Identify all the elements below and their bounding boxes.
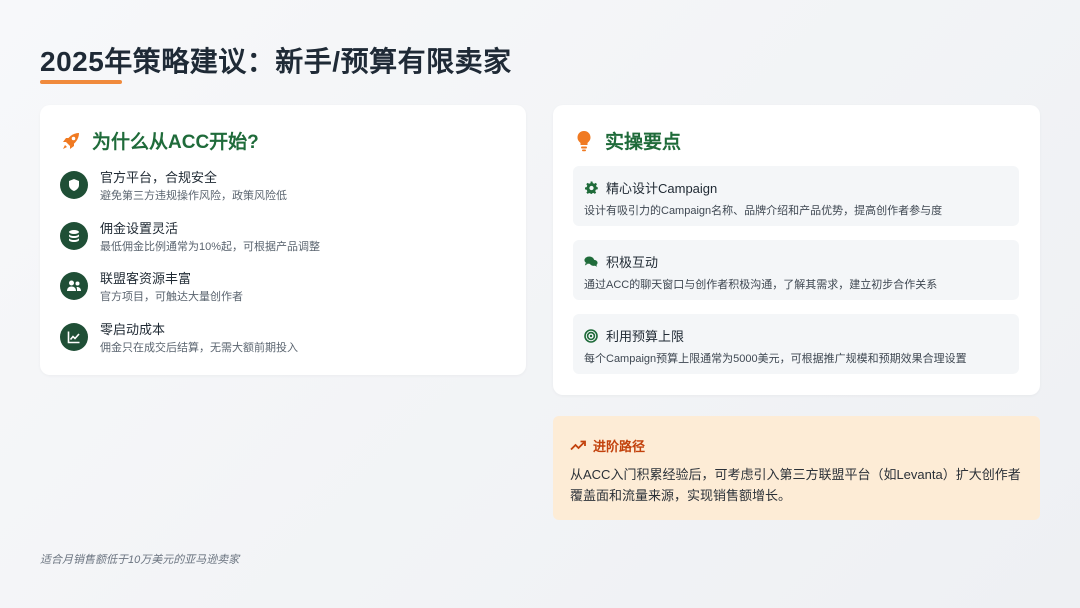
item-desc: 佣金只在成交后结算，无需大额前期投入 — [100, 342, 298, 354]
item-title: 联盟客资源丰富 — [100, 271, 192, 286]
tip-desc: 通过ACC的聊天窗口与创作者积极沟通，了解其需求，建立初步合作关系 — [584, 279, 938, 291]
trend-up-icon — [570, 440, 586, 452]
advanced-path-box: 进阶路径 从ACC入门积累经验后，可考虑引入第三方联盟平台（如Levanta）扩… — [553, 416, 1040, 520]
list-item: 官方平台，合规安全 避免第三方违规操作风险，政策风险低 — [60, 169, 287, 204]
advanced-path-text: 从ACC入门积累经验后，可考虑引入第三方联盟平台（如Levanta）扩大创作者覆… — [570, 467, 1021, 503]
lightbulb-icon — [573, 130, 595, 152]
target-icon — [584, 328, 598, 343]
item-desc: 官方项目，可触达大量创作者 — [100, 291, 243, 303]
tips-heading-text: 实操要点 — [605, 132, 682, 153]
tip-desc: 设计有吸引力的Campaign名称、品牌介绍和产品优势，提高创作者参与度 — [584, 205, 943, 217]
list-item: 利用预算上限 每个Campaign预算上限通常为5000美元，可根据推广规模和预… — [573, 314, 1019, 374]
item-title: 官方平台，合规安全 — [100, 170, 218, 185]
chat-icon — [584, 255, 598, 269]
list-item: 联盟客资源丰富 官方项目，可触达大量创作者 — [60, 270, 243, 305]
item-desc: 避免第三方违规操作风险，政策风险低 — [100, 190, 287, 202]
list-item: 积极互动 通过ACC的聊天窗口与创作者积极沟通，了解其需求，建立初步合作关系 — [573, 240, 1019, 300]
why-acc-card: 为什么从ACC开始? 官方平台，合规安全 避免第三方违规操作风险，政策风险低 佣… — [40, 105, 526, 375]
tips-card: 实操要点 精心设计Campaign 设计有吸引力的Campaign名称、品牌介绍… — [553, 105, 1040, 395]
tip-title: 利用预算上限 — [606, 329, 685, 344]
advanced-path-heading: 进阶路径 — [570, 436, 645, 455]
tips-heading: 实操要点 — [573, 127, 681, 154]
item-title: 佣金设置灵活 — [100, 221, 179, 236]
list-item: 精心设计Campaign 设计有吸引力的Campaign名称、品牌介绍和产品优势… — [573, 166, 1019, 226]
users-icon — [60, 272, 88, 300]
item-desc: 最低佣金比例通常为10%起，可根据产品调整 — [100, 241, 321, 253]
item-title: 零启动成本 — [100, 322, 166, 337]
chart-line-icon — [60, 323, 88, 351]
tip-title: 积极互动 — [606, 255, 659, 270]
gear-icon — [584, 181, 598, 195]
shield-icon — [60, 171, 88, 199]
tip-title: 精心设计Campaign — [606, 181, 718, 196]
rocket-icon — [60, 130, 82, 152]
list-item: 零启动成本 佣金只在成交后结算，无需大额前期投入 — [60, 321, 298, 356]
list-item: 佣金设置灵活 最低佣金比例通常为10%起，可根据产品调整 — [60, 220, 320, 255]
footnote: 适合月销售额低于10万美元的亚马逊卖家 — [40, 554, 240, 566]
why-acc-heading-text: 为什么从ACC开始? — [92, 132, 259, 153]
page-title: 2025年策略建议：新手/预算有限卖家 — [40, 46, 512, 77]
why-acc-heading: 为什么从ACC开始? — [60, 127, 259, 154]
coins-icon — [60, 222, 88, 250]
title-underline — [40, 80, 122, 84]
tip-desc: 每个Campaign预算上限通常为5000美元，可根据推广规模和预期效果合理设置 — [584, 353, 967, 365]
advanced-path-title: 进阶路径 — [593, 439, 646, 454]
